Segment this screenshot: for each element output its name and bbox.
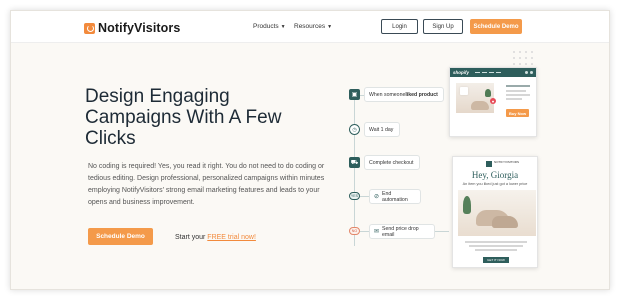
signup-button[interactable]: Sign Up xyxy=(423,19,463,34)
step-send-label: Send price drop email xyxy=(382,225,419,238)
logo[interactable]: NotifyVisitors xyxy=(84,21,180,35)
workflow-connector xyxy=(354,96,355,246)
step-send-email[interactable]: ✉ Send price drop email xyxy=(369,224,435,239)
trial-text: Start your FREE trial now! xyxy=(175,234,256,241)
step-checkout[interactable]: Complete checkout xyxy=(364,155,420,170)
free-trial-link[interactable]: FREE trial now! xyxy=(207,234,256,241)
bag-icon: ▣ xyxy=(349,89,360,100)
trial-prefix: Start your xyxy=(175,234,208,241)
step-liked-product[interactable]: When someone liked product xyxy=(364,87,444,102)
chevron-down-icon: ▼ xyxy=(280,23,286,30)
get-it-now-button[interactable]: GET IT NOW xyxy=(483,257,509,263)
email-preview-card: NOTIFYVISITORS Hey, Giorgia An item you … xyxy=(452,156,538,268)
heart-icon: ♥ xyxy=(490,98,496,104)
email-brand: NOTIFYVISITORS xyxy=(494,160,519,164)
timer-icon: ◷ xyxy=(349,124,360,135)
no-tag: NO xyxy=(349,227,360,235)
email-greeting: Hey, Giorgia xyxy=(471,170,519,180)
shop-logo: shopify xyxy=(453,70,470,75)
menu-products-label: Products xyxy=(253,23,279,30)
step-text-bold: liked product xyxy=(405,91,438,98)
page-frame: NotifyVisitors Products ▼ Resources ▼ Lo… xyxy=(10,10,610,290)
schedule-demo-hero-button[interactable]: Schedule Demo xyxy=(88,228,153,245)
menu-resources[interactable]: Resources ▼ xyxy=(294,23,332,30)
logo-text: NotifyVisitors xyxy=(98,21,181,35)
connector xyxy=(435,231,449,232)
logo-icon xyxy=(84,22,95,34)
shop-header: shopify xyxy=(450,68,536,77)
email-product-image xyxy=(458,190,536,236)
hero-description: No coding is required! Yes, you read it … xyxy=(88,163,325,206)
hero-headline: Design Engaging Campaigns With A Few Cli… xyxy=(85,86,282,149)
mail-icon: ✉ xyxy=(374,229,380,235)
step-end-automation[interactable]: ⊘ End automation xyxy=(369,189,421,204)
chevron-down-icon: ▼ xyxy=(327,23,333,30)
menu-resources-label: Resources xyxy=(294,23,326,30)
login-button[interactable]: Login xyxy=(381,19,418,34)
product-image xyxy=(456,83,494,113)
schedule-demo-nav-button[interactable]: Schedule Demo xyxy=(470,19,522,34)
buy-now-button[interactable]: Buy Now xyxy=(506,109,529,117)
brand-logo-icon xyxy=(486,161,492,167)
step-text-prefix: When someone xyxy=(369,91,406,98)
email-subtitle: An item you liked just got a lower price xyxy=(462,182,528,186)
menu-products[interactable]: Products ▼ xyxy=(253,23,286,30)
stop-icon: ⊘ xyxy=(374,194,380,200)
step-end-label: End automation xyxy=(382,190,408,203)
shop-preview-card: shopify ♥ Buy Now xyxy=(449,67,537,137)
step-wait[interactable]: Wait 1 day xyxy=(364,122,400,137)
top-nav: NotifyVisitors Products ▼ Resources ▼ Lo… xyxy=(11,11,609,43)
yes-tag: YES xyxy=(349,192,360,200)
cart-icon: ⛟ xyxy=(349,157,360,168)
